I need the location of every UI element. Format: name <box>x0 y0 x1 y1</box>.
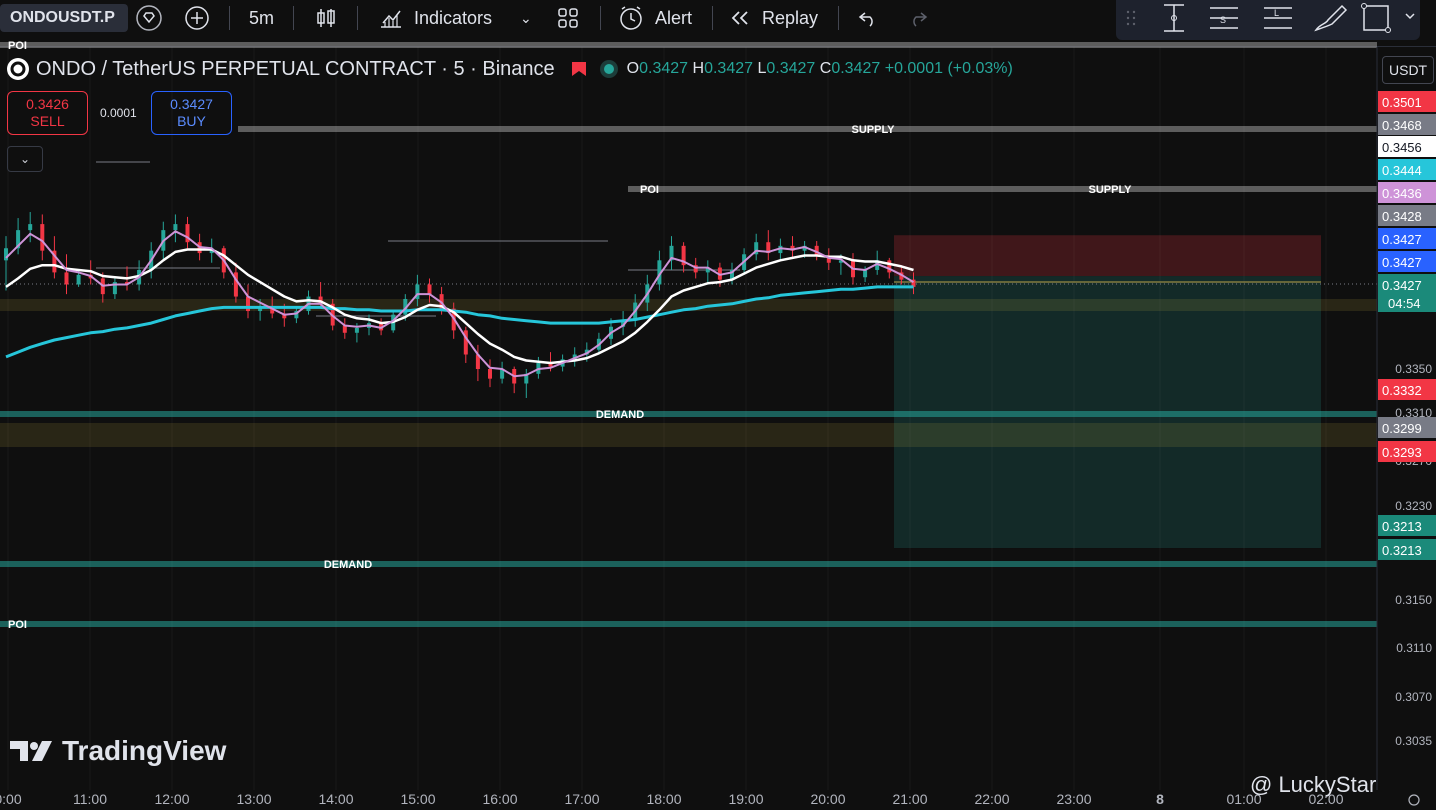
y-tick-label: 0.3150 <box>1395 593 1432 607</box>
x-tick-label: 15:00 <box>400 791 435 807</box>
zone-line[interactable] <box>0 561 1377 567</box>
price-tag-label: 0.3428 <box>1382 209 1422 224</box>
zone-line[interactable] <box>238 126 1377 132</box>
tradingview-watermark: TradingView <box>10 735 226 767</box>
price-tag-label: 0.3427 <box>1382 278 1422 293</box>
candle-body <box>427 284 432 295</box>
close-value: 0.3427 <box>831 60 881 77</box>
tradingview-logo-icon <box>10 741 52 761</box>
sell-price: 0.3426 <box>26 96 69 112</box>
zone-label: DEMAND <box>596 409 644 421</box>
price-tag-label: 0.3436 <box>1382 186 1422 201</box>
x-tick-label: 21:00 <box>892 791 927 807</box>
candle-body <box>173 224 178 231</box>
candle-body <box>40 224 45 251</box>
chart-legend: ONDO / TetherUS PERPETUAL CONTRACT · 5 ·… <box>6 58 1013 80</box>
buy-label: BUY <box>177 113 206 129</box>
spread-value: 0.0001 <box>100 106 137 120</box>
flag-icon[interactable] <box>569 59 589 79</box>
y-tick-label: 0.3350 <box>1395 362 1432 376</box>
x-tick-label: 22:00 <box>974 791 1009 807</box>
zone-line[interactable] <box>0 411 1377 417</box>
y-tick-label: 0.3230 <box>1395 499 1432 513</box>
zone-label: DEMAND <box>324 559 372 571</box>
zone-label: POI <box>8 619 27 631</box>
candle-body <box>488 369 492 379</box>
currency-label: USDT <box>1389 62 1428 78</box>
y-tick-label: 0.3035 <box>1395 734 1432 748</box>
x-tick-label: 8 <box>1156 791 1164 807</box>
price-tag-label: 0.3468 <box>1382 118 1422 133</box>
candle-body <box>28 224 33 231</box>
symbol-title: ONDO / TetherUS PERPETUAL CONTRACT · 5 ·… <box>36 57 555 80</box>
buy-button[interactable]: 0.3427 BUY <box>151 91 232 135</box>
open-label: O <box>626 60 640 77</box>
countdown-label: 04:54 <box>1388 296 1421 311</box>
zone-label: POI <box>640 184 659 196</box>
market-status-icon[interactable] <box>599 59 619 79</box>
currency-selector[interactable]: USDT <box>1382 56 1434 84</box>
price-tag-label: 0.3427 <box>1382 255 1422 270</box>
chevron-down-icon: ⌄ <box>19 152 31 166</box>
buy-price: 0.3427 <box>170 96 213 112</box>
x-tick-label: 18:00 <box>646 791 681 807</box>
stop-loss-zone[interactable] <box>894 235 1321 277</box>
x-tick-label: 13:00 <box>236 791 271 807</box>
x-tick-label: 16:00 <box>482 791 517 807</box>
y-tick-label: 0.3070 <box>1395 690 1432 704</box>
candle-body <box>4 248 8 261</box>
zone-label: POI <box>8 40 27 52</box>
price-tag-label: 0.3213 <box>1382 519 1422 534</box>
y-tick-label: 0.3110 <box>1396 641 1432 655</box>
zone-label: SUPPLY <box>851 124 895 136</box>
price-tag-label: 0.3213 <box>1382 543 1422 558</box>
x-tick-label: 14:00 <box>318 791 353 807</box>
x-tick-label: 12:00 <box>154 791 189 807</box>
high-value: 0.3427 <box>704 60 754 77</box>
high-label: H <box>692 60 705 77</box>
price-tag-label: 0.3444 <box>1382 163 1422 178</box>
x-tick-label: 19:00 <box>728 791 763 807</box>
price-tag-label: 0.3501 <box>1382 95 1422 110</box>
candle-body <box>354 327 359 333</box>
x-tick-label: 0:00 <box>0 791 22 807</box>
close-label: C <box>819 60 832 77</box>
candle-body <box>64 272 69 285</box>
ema-slow-line <box>5 285 914 359</box>
price-tag-label: 0.3427 <box>1382 232 1422 247</box>
zone-line[interactable] <box>0 42 1377 48</box>
x-tick-label: 20:00 <box>810 791 845 807</box>
price-tag-label: 0.3299 <box>1382 421 1422 436</box>
candle-body <box>76 274 81 285</box>
sell-button[interactable]: 0.3426 SELL <box>7 91 88 135</box>
price-tag-label: 0.3293 <box>1382 445 1422 460</box>
price-tag-label: 0.3456 <box>1382 140 1422 155</box>
watermark-label: TradingView <box>62 735 227 766</box>
open-value: 0.3427 <box>639 60 689 77</box>
price-tag-label: 0.3332 <box>1382 383 1422 398</box>
ohlc-values: O0.3427 H0.3427 L0.3427 C0.3427 +0.0001 … <box>627 60 1013 78</box>
zone-line[interactable] <box>0 621 1377 627</box>
order-block-band[interactable] <box>0 423 1377 447</box>
x-tick-label: 11:00 <box>73 791 107 807</box>
zone-label: SUPPLY <box>1088 184 1132 196</box>
zone-line[interactable] <box>628 186 1377 192</box>
collapse-legend-button[interactable]: ⌄ <box>7 146 43 172</box>
change-value: +0.0001 (+0.03%) <box>884 60 1013 77</box>
time-axis[interactable] <box>0 790 1436 810</box>
author-credit: @ LuckyStar <box>1250 772 1377 797</box>
x-tick-label: 23:00 <box>1056 791 1091 807</box>
low-value: 0.3427 <box>766 60 816 77</box>
x-tick-label: 17:00 <box>564 791 599 807</box>
ondo-logo-icon <box>7 58 29 80</box>
candle-body <box>863 269 868 278</box>
sell-label: SELL <box>30 113 65 129</box>
